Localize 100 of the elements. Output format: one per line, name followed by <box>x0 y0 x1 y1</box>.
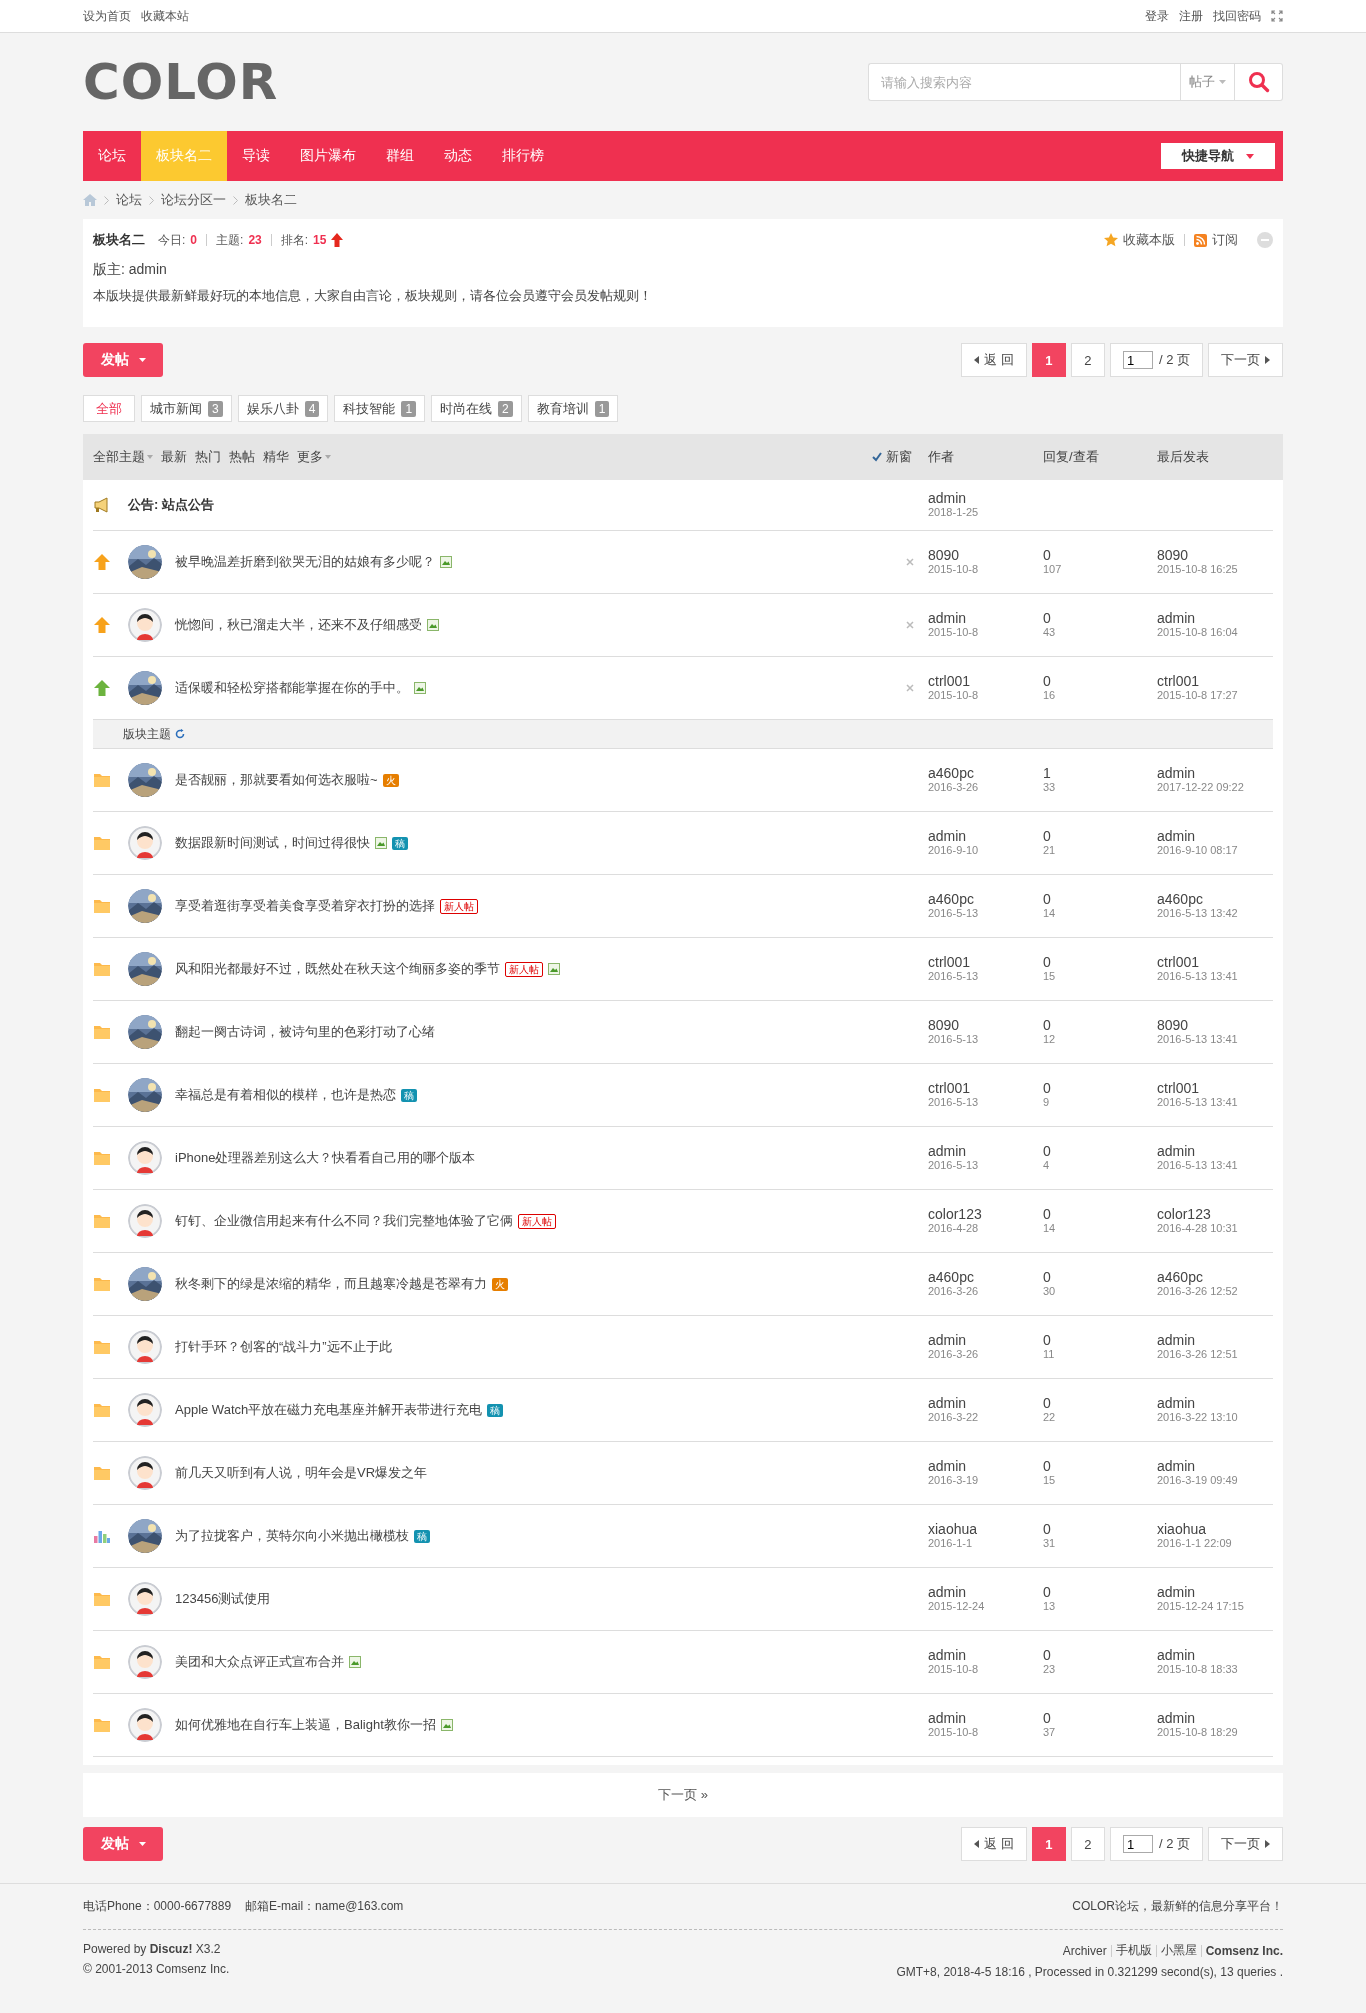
author-name[interactable]: a460pc <box>928 1270 1043 1284</box>
top-link[interactable]: 找回密码 <box>1213 7 1261 25</box>
author-name[interactable]: admin <box>928 1585 1043 1599</box>
search-field[interactable]: 请输入搜索内容 <box>868 63 1180 101</box>
footer-link[interactable]: Comsenz Inc. <box>1205 1943 1283 1958</box>
new-post-button[interactable]: 发帖 <box>83 343 163 377</box>
nav-tab[interactable]: 图片瀑布 <box>285 131 371 181</box>
last-poster[interactable]: color123 <box>1157 1207 1273 1221</box>
filter-link[interactable]: 全部主题 <box>93 448 153 466</box>
thread-title[interactable]: 秋冬剩下的绿是浓缩的精华，而且越寒冷越是苍翠有力 <box>175 1275 487 1293</box>
last-poster[interactable]: a460pc <box>1157 1270 1273 1284</box>
author-name[interactable]: admin <box>928 1648 1043 1662</box>
nav-tab[interactable]: 排行榜 <box>487 131 559 181</box>
nav-tab[interactable]: 群组 <box>371 131 429 181</box>
next-page-link[interactable]: 下一页 » <box>658 1786 708 1804</box>
last-post-time[interactable]: 2016-5-13 13:41 <box>1157 1032 1273 1046</box>
close-icon[interactable] <box>906 684 914 692</box>
last-post-time[interactable]: 2015-10-8 18:33 <box>1157 1662 1273 1676</box>
author-name[interactable]: admin <box>928 1144 1043 1158</box>
last-post-time[interactable]: 2016-5-13 13:41 <box>1157 969 1273 983</box>
last-poster[interactable]: ctrl001 <box>1157 674 1273 688</box>
next-page-button[interactable]: 下一页 <box>1208 343 1283 377</box>
category-tab[interactable]: 科技智能 1 <box>334 395 426 422</box>
thread-title[interactable]: 恍惚间，秋已溜走大半，还来不及仔细感受 <box>175 616 422 634</box>
thread-title[interactable]: 翻起一阕古诗词，被诗句里的色彩打动了心绪 <box>175 1023 435 1041</box>
category-tab[interactable]: 时尚在线 2 <box>431 395 522 422</box>
new-post-button[interactable]: 发帖 <box>83 1827 163 1861</box>
last-poster[interactable]: admin <box>1157 1396 1273 1410</box>
last-poster[interactable]: admin <box>1157 1648 1273 1662</box>
thread-title[interactable]: 被早晚温差折磨到欲哭无泪的姑娘有多少呢？ <box>175 553 435 571</box>
breadcrumb-link[interactable]: 论坛分区一 <box>161 191 226 209</box>
page-button[interactable]: 1 <box>1031 1827 1066 1861</box>
last-poster[interactable]: ctrl001 <box>1157 1081 1273 1095</box>
top-link[interactable]: 设为首页 <box>83 7 131 25</box>
breadcrumb-link[interactable]: 板块名二 <box>245 191 297 209</box>
last-poster[interactable]: ctrl001 <box>1157 955 1273 969</box>
last-post-time[interactable]: 2015-10-8 16:25 <box>1157 562 1273 576</box>
last-poster[interactable]: xiaohua <box>1157 1522 1273 1536</box>
filter-link[interactable]: 最新 <box>161 448 187 466</box>
last-post-time[interactable]: 2015-10-8 17:27 <box>1157 688 1273 702</box>
nav-tab[interactable]: 导读 <box>227 131 285 181</box>
home-icon[interactable] <box>83 194 97 206</box>
last-poster[interactable]: admin <box>1157 1333 1273 1347</box>
last-poster[interactable]: admin <box>1157 829 1273 843</box>
filter-link[interactable]: 热帖 <box>229 448 255 466</box>
footer-link[interactable]: 手机版 <box>1115 1942 1152 1959</box>
author-name[interactable]: ctrl001 <box>928 674 1043 688</box>
last-post-time[interactable]: 2016-1-1 22:09 <box>1157 1536 1273 1550</box>
last-post-time[interactable]: 2016-9-10 08:17 <box>1157 843 1273 857</box>
page-input-field[interactable]: 1 <box>1122 1835 1153 1853</box>
thread-title[interactable]: 是否靓丽，那就要看如何选衣服啦~ <box>175 771 378 789</box>
last-poster[interactable]: a460pc <box>1157 892 1273 906</box>
checkbox[interactable] <box>872 452 882 462</box>
subscribe-link[interactable]: 订阅 <box>1212 231 1238 249</box>
author-name[interactable]: admin <box>928 829 1043 843</box>
top-link[interactable]: 收藏本站 <box>141 7 189 25</box>
author-name[interactable]: a460pc <box>928 892 1043 906</box>
fullscreen-icon[interactable] <box>1271 10 1283 22</box>
thread-title[interactable]: 钉钉、企业微信用起来有什么不同？我们完整地体验了它俩 <box>175 1212 513 1230</box>
thread-title[interactable]: 打针手环？创客的“战斗力”远不止于此 <box>175 1338 392 1356</box>
last-post-time[interactable]: 2016-3-19 09:49 <box>1157 1473 1273 1487</box>
breadcrumb-link[interactable]: 论坛 <box>116 191 142 209</box>
last-poster[interactable]: admin <box>1157 766 1273 780</box>
last-post-time[interactable]: 2016-5-13 13:41 <box>1157 1158 1273 1172</box>
author-name[interactable]: 8090 <box>928 1018 1043 1032</box>
thread-title[interactable]: 幸福总是有着相似的模样，也许是热恋 <box>175 1086 396 1104</box>
thread-title[interactable]: 美团和大众点评正式宣布合并 <box>175 1653 344 1671</box>
last-post-time[interactable]: 2016-3-26 12:52 <box>1157 1284 1273 1298</box>
author-name[interactable]: admin <box>928 1333 1043 1347</box>
thread-title[interactable]: 享受着逛街享受着美食享受着穿衣打扮的选择 <box>175 897 435 915</box>
page-button[interactable]: 2 <box>1070 343 1105 377</box>
author-name[interactable]: ctrl001 <box>928 1081 1043 1095</box>
announcement-title[interactable]: 公告: 站点公告 <box>128 496 928 514</box>
author-name[interactable]: admin <box>928 611 1043 625</box>
author-name[interactable]: admin <box>928 1396 1043 1410</box>
last-poster[interactable]: admin <box>1157 1459 1273 1473</box>
page-input-field[interactable]: 1 <box>1122 351 1153 369</box>
category-tab[interactable]: 全部 <box>83 395 135 422</box>
category-tab[interactable]: 教育培训 1 <box>527 395 619 422</box>
favorite-link[interactable]: 收藏本版 <box>1123 231 1175 249</box>
category-tab[interactable]: 城市新闻 3 <box>141 395 232 422</box>
thread-title[interactable]: Apple Watch平放在磁力充电基座并解开表带进行充电 <box>175 1401 483 1419</box>
last-post-time[interactable]: 2016-5-13 13:42 <box>1157 906 1273 920</box>
top-link[interactable]: 注册 <box>1179 7 1203 25</box>
footer-link[interactable]: 小黑屋 <box>1160 1942 1197 1959</box>
quick-nav-button[interactable]: 快捷导航 <box>1161 143 1275 169</box>
search-button[interactable] <box>1235 63 1283 101</box>
author-name[interactable]: ctrl001 <box>928 955 1043 969</box>
author-name[interactable]: a460pc <box>928 766 1043 780</box>
thread-title[interactable]: 如何优雅地在自行车上装逼，Balight教你一招 <box>175 1716 436 1734</box>
back-button[interactable]: 返 回 <box>961 343 1027 377</box>
last-poster[interactable]: admin <box>1157 1711 1273 1725</box>
top-link[interactable]: 登录 <box>1145 7 1169 25</box>
last-poster[interactable]: admin <box>1157 1585 1273 1599</box>
nav-tab[interactable]: 论坛 <box>83 131 141 181</box>
search-scope-select[interactable]: 帖子 <box>1180 63 1235 101</box>
thread-title[interactable]: 适保暖和轻松穿搭都能掌握在你的手中。 <box>175 679 409 697</box>
thread-title[interactable]: 123456测试使用 <box>175 1590 271 1608</box>
last-post-time[interactable]: 2015-10-8 18:29 <box>1157 1725 1273 1739</box>
collapse-icon[interactable] <box>1257 232 1273 248</box>
